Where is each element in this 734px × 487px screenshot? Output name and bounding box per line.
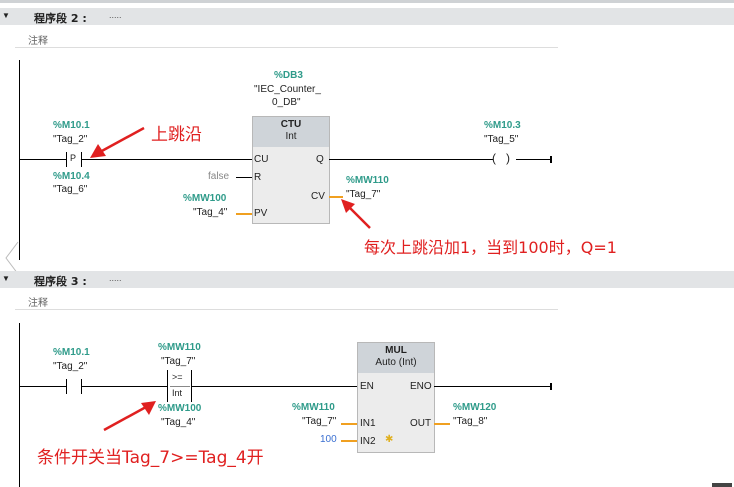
mul-block-title: MUL (385, 345, 407, 356)
compare-bottom-tag[interactable]: "Tag_4" (161, 417, 195, 428)
compare-operator[interactable]: >= (172, 372, 183, 382)
mul-pin-in2: IN2 (360, 436, 376, 447)
contact-left-bar (66, 152, 67, 167)
annotation-arrow-icon (90, 126, 145, 158)
r-input-wire (236, 177, 252, 178)
out-param-wire (434, 423, 450, 425)
contact-address[interactable]: %M10.1 (53, 120, 90, 131)
compare-top-address[interactable]: %MW110 (158, 342, 201, 353)
rung-wire (516, 159, 550, 160)
network-2-header[interactable]: ▼ 程序段 2 : ..... (0, 8, 734, 25)
ctu-pin-cv: CV (311, 191, 325, 202)
in1-tag[interactable]: "Tag_7" (302, 416, 336, 427)
in2-value[interactable]: 100 (320, 434, 337, 445)
compare-bottom-address[interactable]: %MW100 (158, 403, 201, 414)
contact-address[interactable]: %M10.1 (53, 347, 90, 358)
network-2-title: 程序段 2 : (34, 12, 87, 25)
mul-pin-eno: ENO (410, 381, 432, 392)
network-3-header[interactable]: ▼ 程序段 3 : ..... (0, 271, 734, 288)
in1-param-wire (341, 423, 357, 425)
network-3-comment-field[interactable]: 注释 (15, 292, 558, 310)
add-input-icon[interactable]: ✱ (385, 434, 393, 445)
coil-tag[interactable]: "Tag_5" (484, 134, 518, 145)
mul-pin-en: EN (360, 381, 374, 392)
cv-address[interactable]: %MW110 (346, 175, 389, 186)
ctu-block-title: CTU (280, 119, 302, 130)
network-2-comment-text: 注释 (28, 36, 48, 47)
rung-end-marker (550, 156, 552, 163)
network-3-title-dots[interactable]: ..... (109, 273, 122, 283)
contact-left-bar (66, 379, 67, 394)
ctu-block-header: CTU Int (253, 117, 329, 147)
rung-wire (82, 386, 167, 387)
ctu-block-type[interactable]: Int (253, 131, 329, 142)
mul-block-type[interactable]: Auto (Int) (358, 357, 434, 368)
in2-param-wire (341, 440, 357, 442)
pv-address[interactable]: %MW100 (183, 193, 226, 204)
coil-address[interactable]: %M10.3 (484, 120, 521, 131)
power-rail-network-3 (19, 323, 20, 487)
compare-left-bar (167, 370, 168, 402)
rung-wire (192, 386, 358, 387)
out-tag[interactable]: "Tag_8" (453, 416, 487, 427)
instance-db-name-line1[interactable]: "IEC_Counter_ (254, 84, 321, 95)
eno-output-wire (434, 386, 550, 387)
contact-tag[interactable]: "Tag_2" (53, 134, 87, 145)
out-address[interactable]: %MW120 (453, 402, 496, 413)
network-2-title-dots[interactable]: ..... (109, 10, 122, 20)
ctu-pin-cu: CU (254, 154, 269, 165)
bottom-edge-mark (712, 483, 732, 487)
collapse-triangle-icon[interactable]: ▼ (2, 274, 10, 283)
rung-wire (20, 386, 66, 387)
ctu-pin-r: R (254, 172, 262, 183)
instance-db-address[interactable]: %DB3 (274, 70, 303, 81)
mul-pin-in1: IN1 (360, 418, 376, 429)
power-rail-network-2 (19, 60, 20, 260)
compare-type[interactable]: Int (172, 388, 182, 398)
top-scroll-edge (0, 0, 734, 3)
output-coil[interactable]: ( ) (492, 151, 510, 165)
in1-address[interactable]: %MW110 (292, 402, 335, 413)
network-3-title: 程序段 3 : (34, 275, 87, 288)
ctu-pin-q: Q (316, 154, 324, 165)
network-2-comment-field[interactable]: 注释 (15, 30, 558, 48)
ctu-pin-pv: PV (254, 208, 268, 219)
pv-tag[interactable]: "Tag_4" (193, 207, 227, 218)
annotation-arrow-icon (341, 199, 371, 229)
edge-memory-tag[interactable]: "Tag_6" (53, 184, 87, 195)
network-3-comment-text: 注释 (28, 298, 48, 309)
instance-db-name-line2[interactable]: 0_DB" (272, 97, 301, 108)
pv-param-wire (236, 213, 252, 215)
annotation-arrow-icon (103, 401, 156, 432)
rung-end-marker (550, 383, 552, 390)
collapse-triangle-icon[interactable]: ▼ (2, 11, 10, 20)
mul-pin-out: OUT (410, 418, 432, 429)
annotation-condition: 条件开关当Tag_7>=Tag_4开 (37, 448, 264, 468)
contact-tag[interactable]: "Tag_2" (53, 361, 87, 372)
p-contact-symbol[interactable]: P (70, 153, 76, 163)
rung-wire (20, 159, 66, 160)
compare-divider (170, 386, 190, 387)
edge-memory-address[interactable]: %M10.4 (53, 171, 90, 182)
r-input-value[interactable]: false (208, 171, 229, 182)
compare-top-tag[interactable]: "Tag_7" (161, 356, 195, 367)
q-output-wire (329, 159, 493, 160)
annotation-rising-edge: 上跳沿 (151, 125, 202, 145)
mul-block-header: MUL Auto (Int) (358, 343, 434, 373)
annotation-counter-explanation: 每次上跳沿加1，当到100时，Q=1 (364, 238, 617, 257)
